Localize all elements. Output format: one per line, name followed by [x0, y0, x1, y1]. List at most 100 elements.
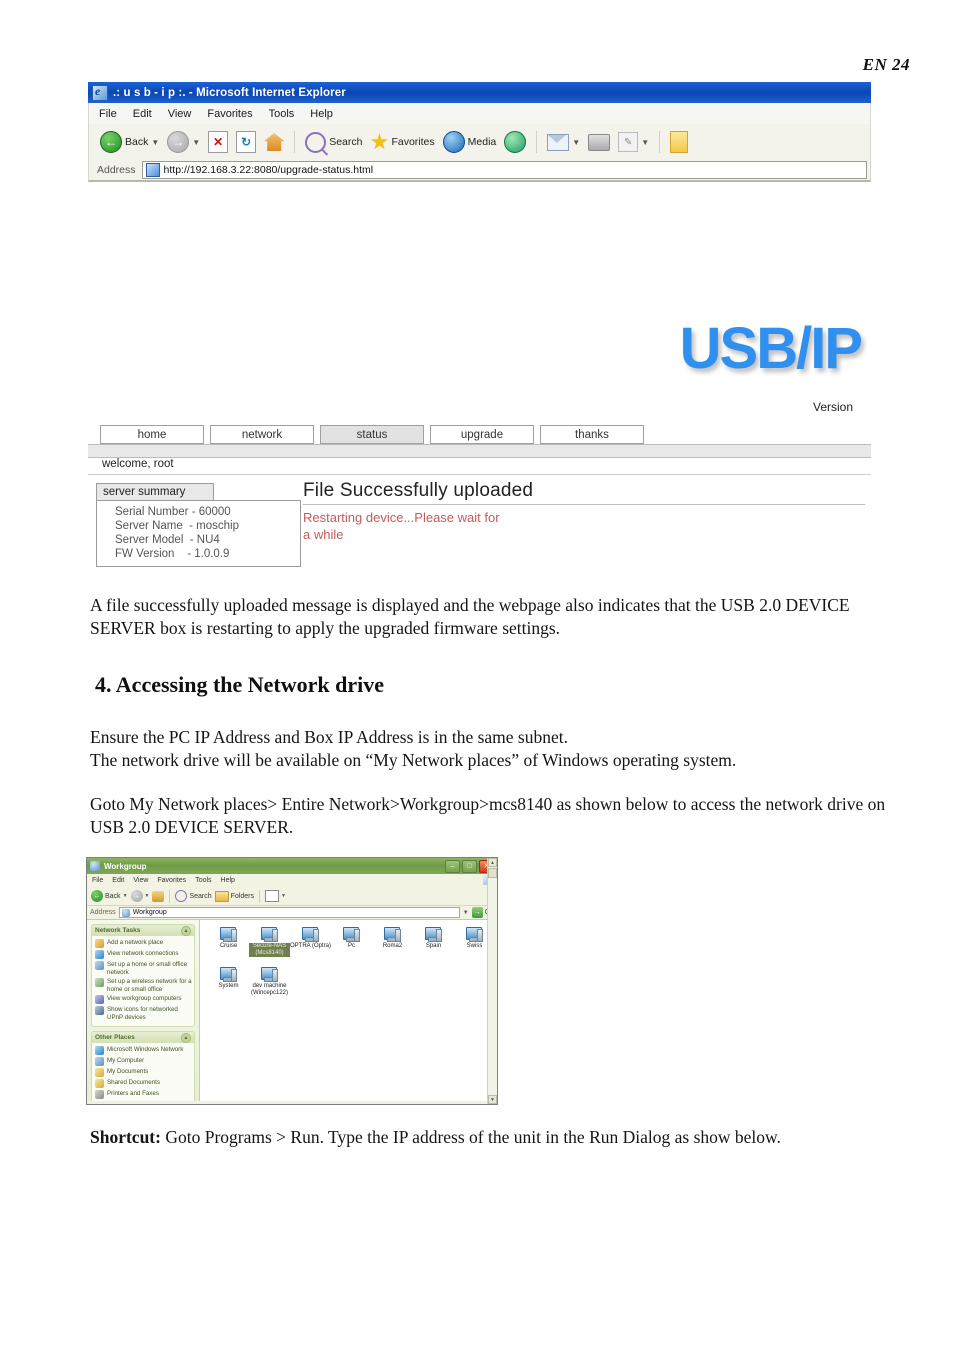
- ie-toolbar: ← Back ▼ → ▼ ✕ ↻ Search Favorites Media: [88, 124, 871, 160]
- page-icon: [145, 163, 160, 177]
- minimize-button[interactable]: –: [445, 859, 460, 873]
- address-dropdown-icon[interactable]: ▼: [463, 910, 469, 916]
- stop-button[interactable]: ✕: [205, 129, 231, 155]
- other-places-header[interactable]: Other Places ▲: [92, 1032, 194, 1043]
- explorer-file-list[interactable]: Cruise Secure-NAS (Mcs8140) OPTRA (Optra…: [200, 920, 497, 1101]
- tab-home[interactable]: home: [100, 425, 204, 444]
- workgroup-computers-icon: [95, 995, 104, 1004]
- menu-help[interactable]: Help: [310, 108, 333, 120]
- back-button[interactable]: ← Back ▼: [97, 129, 162, 155]
- list-item[interactable]: dev machine (Wincepc122): [249, 967, 290, 997]
- search-icon: [305, 131, 327, 153]
- address-value: http://192.168.3.22:8080/upgrade-status.…: [163, 164, 374, 176]
- views-dropdown-icon[interactable]: ▼: [281, 893, 286, 899]
- chevron-up-icon[interactable]: ▲: [181, 1032, 191, 1043]
- edit-button[interactable]: ✎ ▼: [615, 130, 652, 154]
- history-button[interactable]: [501, 129, 529, 155]
- explorer-forward-dropdown-icon[interactable]: ▼: [145, 893, 150, 899]
- explorer-menu-view[interactable]: View: [133, 877, 148, 884]
- list-item[interactable]: Spain: [413, 927, 454, 957]
- network-tasks-header[interactable]: Network Tasks ▲: [92, 925, 194, 936]
- note-icon: [670, 131, 689, 153]
- paragraph-shortcut: Shortcut: Goto Programs > Run. Type the …: [90, 1127, 920, 1148]
- menu-favorites[interactable]: Favorites: [207, 108, 252, 120]
- explorer-menu-favorites[interactable]: Favorites: [157, 877, 186, 884]
- chevron-up-icon[interactable]: ▲: [181, 925, 191, 936]
- scroll-down-icon[interactable]: ▼: [488, 1095, 497, 1104]
- ie-address-bar: Address http://192.168.3.22:8080/upgrade…: [88, 160, 871, 182]
- explorer-search-icon: [175, 890, 188, 902]
- media-button[interactable]: Media: [440, 129, 500, 155]
- windows-network-icon: [95, 1046, 104, 1055]
- section-heading-4: 4. Accessing the Network drive: [95, 672, 385, 697]
- mail-icon: [547, 133, 570, 151]
- address-label: Address: [97, 164, 136, 176]
- search-button-label: Search: [329, 136, 363, 148]
- mail-dropdown-icon[interactable]: ▼: [572, 138, 580, 147]
- computer-label: Roma2: [382, 943, 403, 949]
- explorer-forward-button[interactable]: → ▼: [130, 890, 150, 902]
- notes-button[interactable]: [667, 129, 691, 155]
- menu-edit[interactable]: Edit: [133, 108, 152, 120]
- address-input[interactable]: http://192.168.3.22:8080/upgrade-status.…: [141, 161, 867, 179]
- list-item[interactable]: System: [208, 967, 249, 997]
- menu-view[interactable]: View: [168, 108, 192, 120]
- list-item[interactable]: Cruise: [208, 927, 249, 957]
- edit-page-icon: ✎: [618, 132, 639, 152]
- menu-tools[interactable]: Tools: [269, 108, 295, 120]
- explorer-vertical-scrollbar[interactable]: ▲ ▼: [487, 858, 497, 1104]
- explorer-menu-file[interactable]: File: [92, 877, 103, 884]
- task-view-network-connections[interactable]: View network connections: [95, 950, 192, 959]
- tab-status[interactable]: status: [320, 425, 424, 444]
- place-shared-documents[interactable]: Shared Documents: [95, 1079, 192, 1088]
- search-button[interactable]: Search: [302, 130, 365, 155]
- menu-file[interactable]: File: [99, 108, 117, 120]
- forward-button[interactable]: → ▼: [164, 129, 203, 155]
- scrollbar-thumb[interactable]: [488, 868, 497, 878]
- list-item[interactable]: Pc: [331, 927, 372, 957]
- back-dropdown-icon[interactable]: ▼: [151, 138, 159, 147]
- place-my-documents[interactable]: My Documents: [95, 1068, 192, 1077]
- list-item[interactable]: Secure-NAS (Mcs8140): [249, 927, 290, 957]
- task-view-workgroup-computers[interactable]: View workgroup computers: [95, 995, 192, 1004]
- shortcut-label: Shortcut:: [90, 1127, 161, 1147]
- shared-documents-icon: [95, 1079, 104, 1088]
- explorer-sidebar: Network Tasks ▲ Add a network place View…: [87, 920, 200, 1101]
- forward-dropdown-icon[interactable]: ▼: [192, 138, 200, 147]
- task-add-network-place[interactable]: Add a network place: [95, 939, 192, 948]
- refresh-button[interactable]: ↻: [233, 129, 259, 155]
- explorer-back-button[interactable]: ← Back ▼: [91, 890, 128, 902]
- toolbar-divider-1: [294, 131, 296, 153]
- explorer-menu-edit[interactable]: Edit: [112, 877, 124, 884]
- explorer-main-area: Network Tasks ▲ Add a network place View…: [87, 858, 497, 1104]
- maximize-button[interactable]: □: [462, 859, 477, 873]
- scroll-up-icon[interactable]: ▲: [488, 858, 497, 867]
- list-item[interactable]: OPTRA (Optra): [290, 927, 331, 957]
- place-printers-and-faxes[interactable]: Printers and Faxes: [95, 1090, 192, 1099]
- views-icon: [265, 890, 279, 902]
- explorer-toolbar-divider-1: [169, 889, 171, 903]
- explorer-menu-tools[interactable]: Tools: [195, 877, 211, 884]
- edit-dropdown-icon[interactable]: ▼: [641, 138, 649, 147]
- favorites-button[interactable]: Favorites: [367, 131, 437, 153]
- explorer-address-input[interactable]: Workgroup: [118, 907, 460, 918]
- tab-thanks[interactable]: thanks: [540, 425, 644, 444]
- list-item[interactable]: Roma2: [372, 927, 413, 957]
- print-button[interactable]: [585, 132, 613, 153]
- task-show-upnp-icons[interactable]: Show icons for networked UPnP devices: [95, 1006, 192, 1021]
- folders-icon: [214, 890, 229, 902]
- tab-network[interactable]: network: [210, 425, 314, 444]
- tab-upgrade[interactable]: upgrade: [430, 425, 534, 444]
- explorer-up-button[interactable]: [152, 890, 165, 902]
- explorer-back-dropdown-icon[interactable]: ▼: [123, 893, 128, 899]
- mail-button[interactable]: ▼: [544, 132, 583, 153]
- place-microsoft-windows-network[interactable]: Microsoft Windows Network: [95, 1046, 192, 1055]
- home-button[interactable]: [261, 131, 287, 153]
- explorer-menu-help[interactable]: Help: [221, 877, 235, 884]
- explorer-folders-button[interactable]: Folders: [214, 890, 254, 902]
- task-setup-wireless-network[interactable]: Set up a wireless network for a home or …: [95, 978, 192, 993]
- place-my-computer[interactable]: My Computer: [95, 1057, 192, 1066]
- explorer-views-button[interactable]: ▼: [265, 890, 286, 902]
- task-setup-home-office-network[interactable]: Set up a home or small office network: [95, 961, 192, 976]
- explorer-search-button[interactable]: Search: [175, 890, 212, 902]
